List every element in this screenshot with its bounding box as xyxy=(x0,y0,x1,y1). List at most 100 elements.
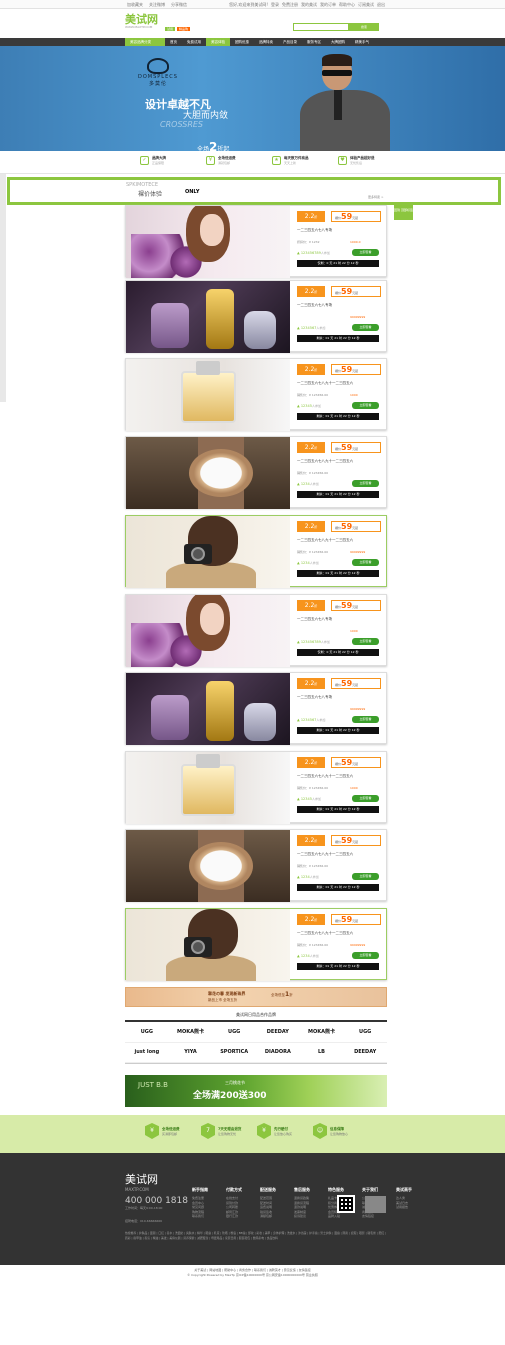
brand-logo[interactable]: DEEDAY xyxy=(343,1043,387,1063)
nav-brand-sale[interactable]: 品牌特卖 xyxy=(254,38,278,46)
footer-link[interactable]: 银行汇款 xyxy=(226,1214,250,1219)
nav-beauty-experience[interactable]: 美容体验 xyxy=(206,38,230,46)
brand-logo[interactable]: MOKA熊卡 xyxy=(299,1022,344,1043)
service-title: 7天无理由退货 xyxy=(218,1126,242,1131)
my-account-link[interactable]: 我的美试 xyxy=(301,2,317,8)
deal-title[interactable]: 一二三四五六七八专场 xyxy=(297,228,385,233)
deal-card[interactable]: 2.2折 裸价59元起 一二三四五六七八专场 1000 ▲ 123456789人参加 立即… xyxy=(125,594,387,667)
deal-card[interactable]: 2.2折 裸价59元起 一二三四五六七八专场 折扣价：¥ 1232 1000.0 ▲ 12… xyxy=(125,205,387,278)
deal-card[interactable]: 2.2折 裸价59元起 一二三四五六七八专场 99999999 ▲ 1234567人参加… xyxy=(125,672,387,745)
hero-banner[interactable]: DOMSPLECS 多莫伦 设计卓越不凡 大胆而内敛 CROSSRES 全场2折… xyxy=(0,46,505,151)
brand-logo[interactable]: LB xyxy=(299,1043,344,1063)
footer-link[interactable]: 满额包邮 xyxy=(260,1214,284,1219)
brand-strip-more-link[interactable]: 更多特卖 > xyxy=(368,195,383,199)
deal-product-image[interactable] xyxy=(126,909,290,981)
deal-card[interactable]: 2.2折 裸价59元起 一二三四五六七八九十一二三四五六 销售价：¥ 123456.0… xyxy=(125,515,387,588)
countdown: 剩余：01 天 21 时 22 分 12 秒 xyxy=(297,884,379,891)
view-now-button[interactable]: 立即查看 xyxy=(352,873,379,880)
deal-title[interactable]: 一二三四五六七八专场 xyxy=(297,695,385,700)
view-now-button[interactable]: 立即查看 xyxy=(352,638,379,645)
brand-logo[interactable]: UGG xyxy=(125,1022,169,1043)
brand-strip[interactable]: SPKIMOTECE 裸价体验 ONLY 更多特卖 > xyxy=(7,177,501,205)
footer-badge-image[interactable] xyxy=(365,1196,386,1213)
deal-product-image[interactable] xyxy=(126,516,290,588)
view-now-button[interactable]: 立即查看 xyxy=(352,716,379,723)
promo-title: 翠花の春 发现新珠界 xyxy=(208,991,246,996)
brand-strip-logo: SPKIMOTECE xyxy=(126,182,159,188)
deal-product-image[interactable] xyxy=(126,595,290,667)
footer-logo[interactable]: 美试网 MAXTP.COM xyxy=(125,1171,158,1192)
deal-title[interactable]: 一二三四五六七八九十一二三四五六 xyxy=(297,774,385,779)
brand-logo[interactable]: UGG xyxy=(343,1022,387,1043)
footer-link[interactable]: 品牌入驻 xyxy=(328,1214,352,1219)
deal-card[interactable]: 2.2折 裸价59元起 一二三四五六七八九十一二三四五六 销售价：¥ 123456.0… xyxy=(125,751,388,824)
deal-product-image[interactable] xyxy=(126,437,290,509)
view-now-button[interactable]: 立即查看 xyxy=(352,952,379,959)
search-input[interactable] xyxy=(293,23,349,31)
nav-big-brand[interactable]: 大牌团购 xyxy=(326,38,350,46)
side-floating-tag[interactable]: 回到 顶部标签 xyxy=(394,205,413,220)
share-wechat-link[interactable]: 分享微信 xyxy=(171,2,187,8)
deal-product-image[interactable] xyxy=(126,673,290,745)
footer-hot-links[interactable]: 热搜推荐 | 护肤品 | 面膜 | 口红 | 香水 | 洗面奶 | 爽肤水 | … xyxy=(125,1231,387,1241)
deal-card[interactable]: 2.2折 裸价59元起 一二三四五六七八九十一二三四五六 销售价：¥ 123456.0… xyxy=(125,436,387,509)
deal-title[interactable]: 一二三四五六七八九十一二三四五六 xyxy=(297,931,385,936)
brand-logo[interactable]: MOKA熊卡 xyxy=(168,1022,213,1043)
register-link[interactable]: 免费注册 xyxy=(282,2,298,8)
footer-link[interactable]: 试用报告 xyxy=(396,1205,420,1210)
discount-value: 2.2 xyxy=(304,444,315,451)
nav-service[interactable]: 服务专区 xyxy=(302,38,326,46)
deal-card[interactable]: 2.2折 裸价59元起 一二三四五六七八专场 99999999 ▲ 1234567人参加… xyxy=(125,280,387,353)
brand-logo[interactable]: DEEDAY xyxy=(256,1022,300,1043)
brand-logo[interactable]: UGG xyxy=(212,1022,256,1043)
brand-logo[interactable]: YIYA xyxy=(168,1043,213,1063)
view-now-button[interactable]: 立即查看 xyxy=(352,249,379,256)
site-logo[interactable]: 美试网 WWW.MAXTP.COM xyxy=(125,14,158,29)
brand-logo[interactable]: DIADORA xyxy=(256,1043,300,1063)
brand-strip-only[interactable]: ONLY xyxy=(185,189,199,195)
view-now-button[interactable]: 立即查看 xyxy=(352,559,379,566)
footer-link[interactable]: 联系我们 xyxy=(192,1214,216,1219)
deal-product-image[interactable] xyxy=(126,281,290,353)
deal-info: 2.2折 裸价59元起 一二三四五六七八九十一二三四五六 销售价：¥ 123456.0… xyxy=(294,752,388,824)
deal-title[interactable]: 一二三四五六七八九十一二三四五六 xyxy=(297,459,385,464)
deal-product-image[interactable] xyxy=(126,359,290,431)
deal-product-image[interactable] xyxy=(126,830,290,902)
brand-logo[interactable]: just long xyxy=(125,1043,169,1063)
nav-category-menu[interactable]: 美容品牌分类 xyxy=(125,38,165,46)
deal-title[interactable]: 一二三四五六七八专场 xyxy=(297,303,385,308)
promo-banner[interactable]: 翠花の春 发现新珠界 新品上市 全场五折 全场低至1折 xyxy=(125,987,387,1007)
follow-weibo-link[interactable]: 关注微博 xyxy=(149,2,165,8)
help-link[interactable]: 帮助中心 xyxy=(339,2,355,8)
nav-catalog[interactable]: 产品目录 xyxy=(278,38,302,46)
view-now-button[interactable]: 立即查看 xyxy=(352,324,379,331)
footer-link[interactable]: 投诉建议 xyxy=(294,1214,318,1219)
deal-title[interactable]: 一二三四五六七八专场 xyxy=(297,617,385,622)
nav-group-buy[interactable]: 团购优惠 xyxy=(230,38,254,46)
view-now-button[interactable]: 立即查看 xyxy=(352,795,379,802)
deal-product-image[interactable] xyxy=(126,752,290,824)
add-favorite-link[interactable]: 加收藏夹 xyxy=(127,2,143,8)
nav-home[interactable]: 首页 xyxy=(165,38,182,46)
logout-link[interactable]: 退出 xyxy=(377,2,385,8)
my-orders-link[interactable]: 我的订单 xyxy=(320,2,336,8)
login-link[interactable]: 登录 xyxy=(271,2,279,8)
view-now-button[interactable]: 立即查看 xyxy=(352,402,379,409)
nav-luck[interactable]: 精美手气 xyxy=(350,38,374,46)
deal-card[interactable]: 2.2折 裸价59元起 一二三四五六七八九十一二三四五六 销售价：¥ 123456.0… xyxy=(125,908,387,981)
deal-title[interactable]: 一二三四五六七八九十一二三四五六 xyxy=(297,852,385,857)
deal-title[interactable]: 一二三四五六七八九十一二三四五六 xyxy=(297,381,385,386)
search-button[interactable]: 搜索 xyxy=(349,23,379,31)
deal-card[interactable]: 2.2折 裸价59元起 一二三四五六七八九十一二三四五六 销售价：¥ 123456.0… xyxy=(125,829,387,902)
deal-product-image[interactable] xyxy=(126,206,290,278)
service-shield-icon: ¥ xyxy=(145,1123,159,1139)
footer-link[interactable]: 友情链接 xyxy=(362,1214,386,1219)
green-promo-banner[interactable]: JUST B.B 三月桃花节 全场满200送300 xyxy=(125,1075,387,1107)
deal-card[interactable]: 2.2折 裸价59元起 一二三四五六七八九十一二三四五六 销售价：¥ 123456.0… xyxy=(125,358,387,431)
view-now-button[interactable]: 立即查看 xyxy=(352,480,379,487)
brand-logo[interactable]: SPORTICA xyxy=(212,1043,256,1063)
deal-title[interactable]: 一二三四五六七八九十一二三四五六 xyxy=(297,538,385,543)
subscribe-link[interactable]: 订阅美试 xyxy=(358,2,374,8)
nav-free-trial[interactable]: 免费试用 xyxy=(182,38,206,46)
price-unit: 元起 xyxy=(352,919,359,923)
